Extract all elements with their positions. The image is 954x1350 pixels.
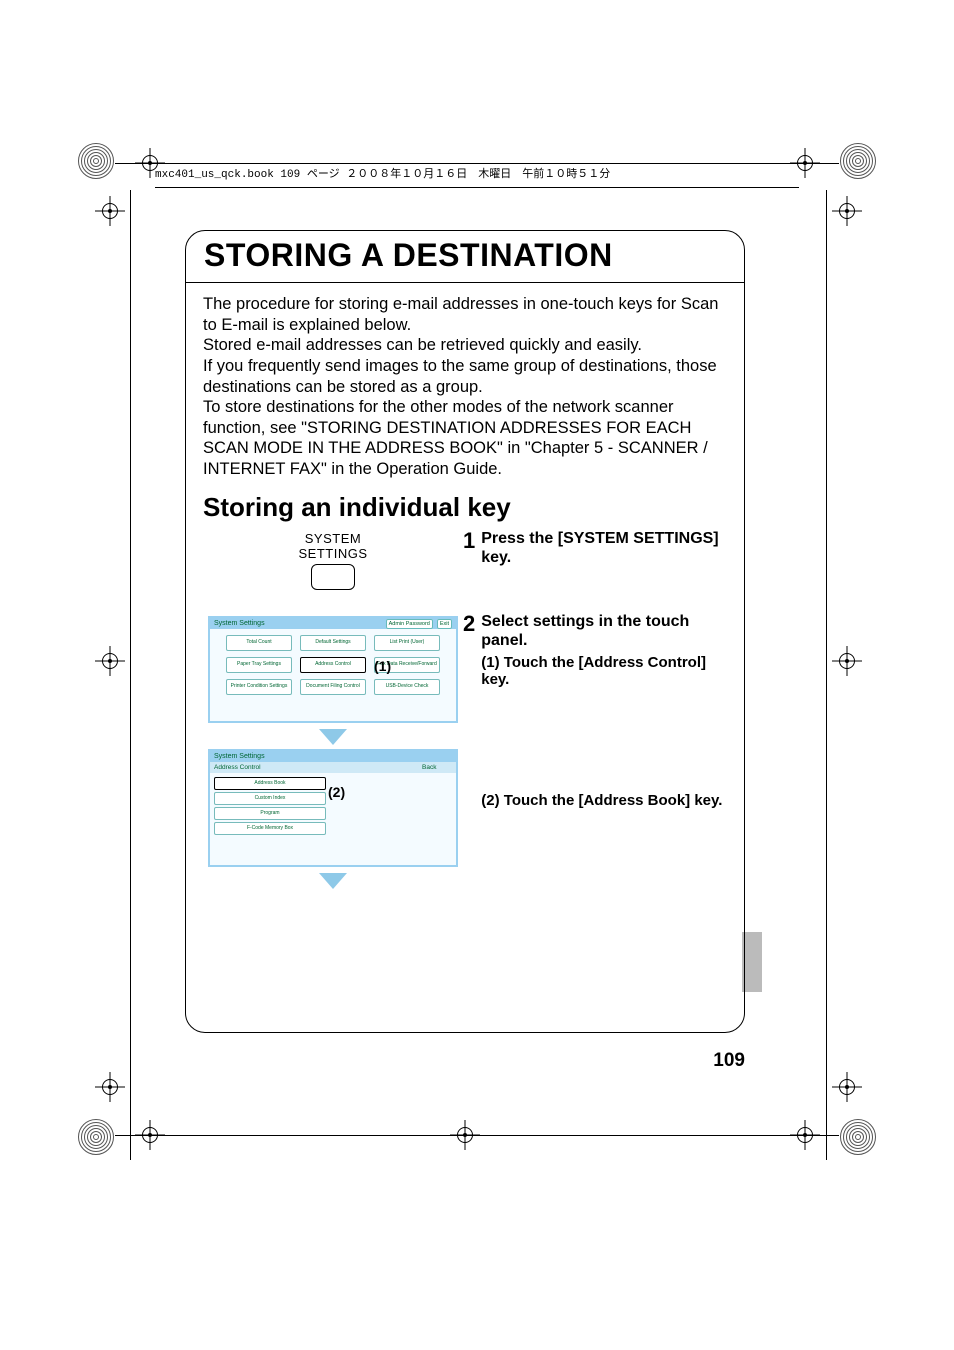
regmark-crosshair [135,1120,165,1150]
step-1-row: SYSTEM SETTINGS 1 Press the [SYSTEM SETT… [203,529,727,590]
panel2-fcode-memory-box-button[interactable]: F-Code Memory Box [214,822,326,835]
regmark-crosshair [790,1120,820,1150]
print-header: mxc401_us_qck.book 109 ページ ２００８年１０月１６日 木… [155,165,799,188]
panel1-admin-password-button[interactable]: Admin Password [386,619,433,629]
step-2-sub2: (2) Touch the [Address Book] key. [481,792,727,809]
step-2-sub2-tag: (2) [481,792,499,809]
panel1-usb-device-check-button[interactable]: USB-Device Check [374,679,440,695]
down-arrow-icon [319,729,347,745]
reg-line-top [115,163,839,164]
touch-panel-address-control: System Settings Address Control Back Add… [208,749,458,867]
panel2-program-button[interactable]: Program [214,807,326,820]
step-2-row: System Settings Admin Password Exit Tota… [203,612,727,889]
down-arrow-icon [319,873,347,889]
reg-line-left [130,190,131,1160]
step-2-sub1: (1) Touch the [Address Control] key. [481,654,727,688]
panel2-title: System Settings [210,751,456,762]
panel1-exit-button[interactable]: Exit [437,619,452,629]
panel1-callout: (1) [374,658,391,674]
step-2-text: Select settings in the touch panel. [481,612,727,650]
regmark-crosshair [95,1072,125,1102]
panel2-callout: (2) [328,784,345,800]
page-content-frame: STORING A DESTINATION The procedure for … [185,230,745,1033]
panel1-printer-condition-button[interactable]: Printer Condition Settings [226,679,292,695]
panel1-list-print-button[interactable]: List Print (User) [374,635,440,651]
regmark-concentric-br [840,1119,876,1155]
panel2-custom-index-button[interactable]: Custom Index [214,792,326,805]
reg-line-right [826,190,827,1160]
system-settings-label-line1: SYSTEM [305,531,361,546]
page-number: 109 [185,1050,745,1072]
regmark-concentric-bl [78,1119,114,1155]
regmark-crosshair [95,196,125,226]
panel1-document-filing-button[interactable]: Document Filing Control [300,679,366,695]
regmark-concentric-tr [840,143,876,179]
page-title: STORING A DESTINATION [204,237,726,274]
step-2-sub1-text: Touch the [Address Control] key. [481,654,706,688]
panel1-default-settings-button[interactable]: Default Settings [300,635,366,651]
regmark-crosshair [832,1072,862,1102]
section-subtitle: Storing an individual key [203,492,727,523]
system-settings-key-illustration: SYSTEM SETTINGS [298,531,367,590]
panel1-title: System Settings [214,620,265,627]
regmark-crosshair [832,646,862,676]
step-2-number: 2 [463,612,475,635]
panel2-back-button[interactable]: Back [422,764,452,771]
touch-panel-system-settings: System Settings Admin Password Exit Tota… [208,616,458,723]
regmark-crosshair [450,1120,480,1150]
step-2-sub1-tag: (1) [481,654,499,671]
regmark-crosshair [95,646,125,676]
regmark-crosshair [832,196,862,226]
panel1-address-control-button[interactable]: Address Control [300,657,366,673]
title-box: STORING A DESTINATION [185,230,745,283]
regmark-concentric-tl [78,143,114,179]
step-1-text: Press the [SYSTEM SETTINGS] key. [481,529,727,567]
panel2-address-book-button[interactable]: Address Book [214,777,326,790]
system-settings-label-line2: SETTINGS [298,546,367,561]
step-2-sub2-text: Touch the [Address Book] key. [504,792,723,809]
panel2-subtitle: Address Control [214,764,261,771]
chapter-tab [742,932,762,992]
panel1-paper-tray-button[interactable]: Paper Tray Settings [226,657,292,673]
panel1-total-count-button[interactable]: Total Count [226,635,292,651]
system-settings-key-shape [311,564,355,590]
intro-paragraph: The procedure for storing e-mail address… [203,294,727,480]
step-1-number: 1 [463,529,475,552]
